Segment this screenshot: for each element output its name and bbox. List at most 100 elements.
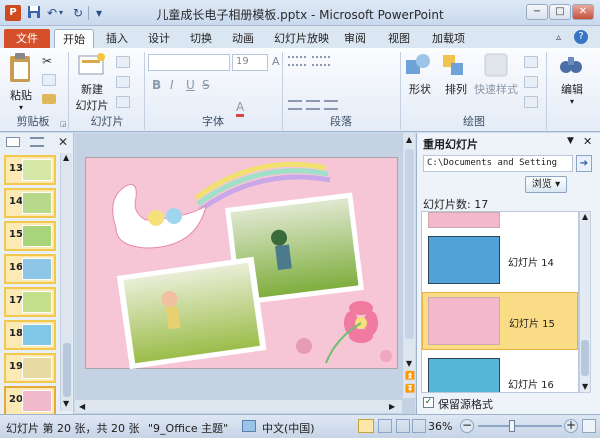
thumbnail-slide-19[interactable]: 19 — [4, 353, 56, 383]
clipboard-launcher-icon[interactable]: ◲ — [60, 120, 67, 128]
scroll-thumb[interactable] — [63, 343, 71, 397]
keep-source-format-checkbox[interactable]: ✓ — [423, 397, 434, 408]
shape-effects-icon[interactable] — [524, 96, 538, 108]
scroll-down-icon[interactable]: ▼ — [406, 359, 412, 368]
shape-fill-icon[interactable] — [524, 56, 538, 68]
slide-canvas[interactable] — [85, 157, 398, 370]
align-right-icon[interactable] — [324, 100, 338, 110]
paste-button[interactable]: 粘贴 ▾ — [6, 52, 36, 112]
tab-view[interactable]: 视图 — [380, 29, 418, 48]
browse-button[interactable]: 浏览 ▾ — [525, 176, 567, 193]
slides-tab-icon[interactable] — [6, 137, 20, 147]
tab-home[interactable]: 开始 — [54, 29, 94, 48]
font-size-combo[interactable]: 19 — [232, 54, 268, 71]
language[interactable]: 中文(中国) — [262, 420, 315, 436]
slide-horizontal-scrollbar[interactable]: ◀ ▶ — [75, 399, 402, 413]
cut-icon[interactable]: ✂ — [42, 54, 52, 68]
scroll-left-icon[interactable]: ◀ — [79, 402, 85, 411]
shape-outline-icon[interactable] — [524, 76, 538, 88]
copy-icon[interactable] — [42, 74, 56, 86]
next-slide-icon[interactable]: ⏬ — [405, 384, 415, 393]
reuse-slide-list: 幻灯片 14 幻灯片 15 幻灯片 16 — [421, 211, 579, 393]
arrange-button[interactable]: 排列 — [440, 52, 472, 110]
thumbnail-slide-15[interactable]: 15 — [4, 221, 56, 251]
tab-addins[interactable]: 加载项 — [424, 29, 473, 48]
normal-view-icon[interactable] — [358, 419, 374, 433]
zoom-out-icon[interactable]: − — [460, 419, 474, 433]
help-icon[interactable]: ? — [574, 30, 588, 44]
outline-tab-icon[interactable] — [30, 137, 44, 147]
tab-slideshow[interactable]: 幻灯片放映 — [266, 29, 337, 48]
bullets-icon[interactable] — [288, 56, 306, 66]
tab-file[interactable]: 文件 — [4, 29, 50, 48]
tab-design[interactable]: 设计 — [140, 29, 178, 48]
grow-font-icon[interactable]: A — [272, 55, 280, 68]
file-path-input[interactable]: C:\Documents and Setting — [423, 155, 573, 172]
underline-icon[interactable]: U — [186, 78, 195, 92]
tab-insert[interactable]: 插入 — [98, 29, 136, 48]
scroll-thumb[interactable] — [405, 149, 414, 339]
theme-name[interactable]: "9_Office 主题" — [148, 420, 228, 436]
zoom-slider-thumb[interactable] — [509, 420, 515, 432]
minimize-ribbon-icon[interactable]: ▵ — [556, 32, 561, 43]
slide-sorter-icon[interactable] — [378, 419, 392, 433]
previous-slide-icon[interactable]: ⏫ — [405, 371, 415, 380]
quick-styles-button[interactable]: 快速样式 — [474, 52, 518, 110]
numbering-icon[interactable] — [312, 56, 330, 66]
editing-button[interactable]: 编辑 ▾ — [552, 52, 592, 110]
align-left-icon[interactable] — [288, 100, 302, 110]
close-panel-icon[interactable]: ✕ — [58, 135, 68, 149]
bold-icon[interactable]: B — [152, 78, 161, 92]
minimize-button[interactable]: − — [526, 4, 548, 20]
go-arrow-button[interactable]: ➔ — [576, 155, 592, 172]
shapes-button[interactable]: 形状 — [404, 52, 436, 110]
scroll-down-icon[interactable]: ▼ — [63, 399, 69, 408]
reuse-pane-title: 重用幻灯片 — [423, 138, 478, 151]
italic-icon[interactable]: I — [170, 78, 174, 92]
thumbnail-scrollbar[interactable]: ▲ ▼ — [60, 153, 72, 411]
zoom-level[interactable]: 36% — [428, 420, 452, 433]
tab-animations[interactable]: 动画 — [224, 29, 262, 48]
thumbnail-slide-13[interactable]: 13 — [4, 155, 56, 185]
reuse-slide-item-14[interactable]: 幻灯片 14 — [422, 232, 578, 288]
thumbnail-slide-16[interactable]: 16 — [4, 254, 56, 284]
slideshow-icon[interactable] — [412, 419, 426, 433]
reuse-slide-item-16[interactable]: 幻灯片 16 — [422, 354, 578, 392]
tab-review[interactable]: 审阅 — [336, 29, 374, 48]
section-icon[interactable] — [116, 96, 130, 108]
title-bar: P ↶ ▾ ↻ ▾ 儿童成长电子相册模板.pptx - Microsoft Po… — [0, 0, 600, 26]
format-painter-icon[interactable] — [42, 94, 56, 104]
zoom-slider[interactable] — [478, 420, 562, 432]
close-button[interactable]: ✕ — [572, 4, 594, 20]
reset-icon[interactable] — [116, 76, 130, 88]
align-center-icon[interactable] — [306, 100, 320, 110]
pane-options-icon[interactable]: ▼ — [567, 136, 574, 146]
layout-icon[interactable] — [116, 56, 130, 68]
reuse-thumb-14 — [428, 236, 500, 284]
tab-transitions[interactable]: 切换 — [182, 29, 220, 48]
fit-to-window-icon[interactable] — [582, 419, 596, 433]
thumbnail-slide-17[interactable]: 17 — [4, 287, 56, 317]
reuse-slide-item-15[interactable]: 幻灯片 15 — [422, 292, 578, 350]
thumbnail-image — [22, 192, 52, 214]
scroll-down-icon[interactable]: ▼ — [582, 382, 588, 391]
spell-check-icon[interactable] — [242, 420, 256, 432]
maximize-button[interactable]: □ — [549, 4, 571, 20]
scroll-up-icon[interactable]: ▲ — [406, 135, 412, 144]
thumbnail-slide-18[interactable]: 18 — [4, 320, 56, 350]
scroll-up-icon[interactable]: ▲ — [63, 153, 69, 162]
scroll-thumb[interactable] — [581, 340, 589, 376]
zoom-in-icon[interactable]: + — [564, 419, 578, 433]
strikethrough-icon[interactable]: S — [202, 78, 210, 92]
reuse-list-scrollbar[interactable]: ▲ ▼ — [579, 211, 591, 393]
reuse-slide-item-partial[interactable] — [428, 212, 500, 228]
close-pane-icon[interactable]: ✕ — [583, 135, 592, 148]
thumbnail-slide-14[interactable]: 14 — [4, 188, 56, 218]
slide-vertical-scrollbar[interactable]: ▲ ▼ ⏫ ⏬ — [402, 133, 415, 398]
reading-view-icon[interactable] — [396, 419, 410, 433]
scroll-up-icon[interactable]: ▲ — [582, 212, 588, 221]
scroll-right-icon[interactable]: ▶ — [389, 402, 395, 411]
new-slide-button[interactable]: 新建 幻灯片 — [72, 52, 112, 112]
thumbnail-slide-20[interactable]: 20 — [4, 386, 56, 416]
font-name-combo[interactable] — [148, 54, 230, 71]
